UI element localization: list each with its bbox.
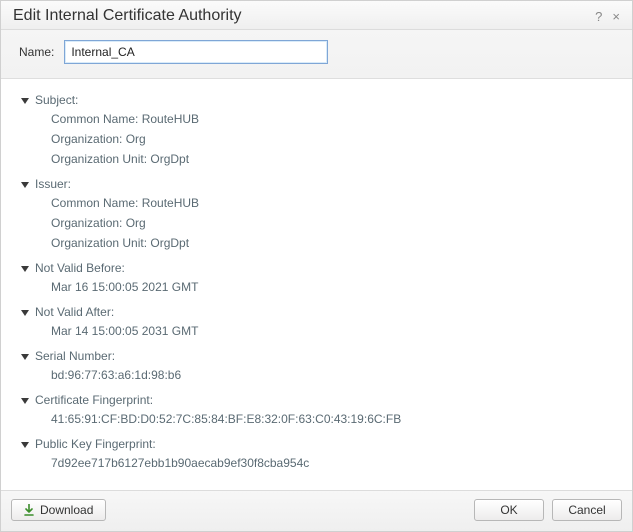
footer: Download OK Cancel	[1, 490, 632, 531]
value: Org	[126, 132, 146, 146]
name-row: Name:	[1, 30, 632, 79]
subject-common-name: Common Name:RouteHUB	[19, 109, 626, 129]
section-issuer[interactable]: Issuer:	[19, 175, 626, 193]
label: Organization:	[51, 216, 126, 230]
caret-down-icon	[21, 98, 29, 104]
close-icon[interactable]: ×	[610, 10, 622, 23]
issuer-organization-unit: Organization Unit:OrgDpt	[19, 233, 626, 253]
section-not-valid-before-title: Not Valid Before:	[35, 261, 125, 275]
value: RouteHUB	[142, 112, 199, 126]
cancel-button[interactable]: Cancel	[552, 499, 622, 521]
value: 41:65:91:CF:BD:D0:52:7C:85:84:BF:E8:32:0…	[51, 412, 401, 426]
caret-down-icon	[21, 442, 29, 448]
cancel-button-label: Cancel	[568, 503, 605, 517]
download-icon	[24, 504, 34, 516]
name-label: Name:	[19, 45, 54, 59]
section-subject[interactable]: Subject:	[19, 91, 626, 109]
dialog-title: Edit Internal Certificate Authority	[13, 7, 242, 25]
value: Mar 16 15:00:05 2021 GMT	[51, 280, 198, 294]
section-public-key-fingerprint-title: Public Key Fingerprint:	[35, 437, 156, 451]
caret-down-icon	[21, 182, 29, 188]
value: 7d92ee717b6127ebb1b90aecab9ef30f8cba954c	[51, 456, 309, 470]
footer-right: OK Cancel	[474, 499, 622, 521]
public-key-fingerprint-value: 7d92ee717b6127ebb1b90aecab9ef30f8cba954c	[19, 453, 626, 473]
download-button-label: Download	[40, 503, 93, 517]
titlebar: Edit Internal Certificate Authority ? ×	[1, 1, 632, 30]
label: Organization:	[51, 132, 126, 146]
section-subject-title: Subject:	[35, 93, 78, 107]
issuer-common-name: Common Name:RouteHUB	[19, 193, 626, 213]
section-cert-fingerprint-title: Certificate Fingerprint:	[35, 393, 153, 407]
label: Organization Unit:	[51, 236, 150, 250]
name-input[interactable]	[64, 40, 328, 64]
caret-down-icon	[21, 310, 29, 316]
certificate-details: Subject: Common Name:RouteHUB Organizati…	[1, 79, 632, 490]
ok-button[interactable]: OK	[474, 499, 544, 521]
value: bd:96:77:63:a6:1d:98:b6	[51, 368, 181, 382]
section-cert-fingerprint[interactable]: Certificate Fingerprint:	[19, 391, 626, 409]
caret-down-icon	[21, 354, 29, 360]
section-serial-title: Serial Number:	[35, 349, 115, 363]
cert-fingerprint-value: 41:65:91:CF:BD:D0:52:7C:85:84:BF:E8:32:0…	[19, 409, 626, 429]
section-not-valid-after-title: Not Valid After:	[35, 305, 114, 319]
caret-down-icon	[21, 398, 29, 404]
section-not-valid-before[interactable]: Not Valid Before:	[19, 259, 626, 277]
serial-value: bd:96:77:63:a6:1d:98:b6	[19, 365, 626, 385]
value: Mar 14 15:00:05 2031 GMT	[51, 324, 198, 338]
not-valid-after-value: Mar 14 15:00:05 2031 GMT	[19, 321, 626, 341]
value: OrgDpt	[150, 152, 189, 166]
value: RouteHUB	[142, 196, 199, 210]
ok-button-label: OK	[500, 503, 517, 517]
section-not-valid-after[interactable]: Not Valid After:	[19, 303, 626, 321]
section-issuer-title: Issuer:	[35, 177, 71, 191]
section-serial[interactable]: Serial Number:	[19, 347, 626, 365]
subject-organization: Organization:Org	[19, 129, 626, 149]
section-public-key-fingerprint[interactable]: Public Key Fingerprint:	[19, 435, 626, 453]
not-valid-before-value: Mar 16 15:00:05 2021 GMT	[19, 277, 626, 297]
download-button[interactable]: Download	[11, 499, 106, 521]
dialog-edit-internal-ca: Edit Internal Certificate Authority ? × …	[0, 0, 633, 532]
titlebar-icons: ? ×	[593, 10, 622, 23]
label: Common Name:	[51, 112, 142, 126]
caret-down-icon	[21, 266, 29, 272]
issuer-organization: Organization:Org	[19, 213, 626, 233]
subject-organization-unit: Organization Unit:OrgDpt	[19, 149, 626, 169]
value: Org	[126, 216, 146, 230]
label: Organization Unit:	[51, 152, 150, 166]
label: Common Name:	[51, 196, 142, 210]
help-icon[interactable]: ?	[593, 10, 604, 23]
value: OrgDpt	[150, 236, 189, 250]
